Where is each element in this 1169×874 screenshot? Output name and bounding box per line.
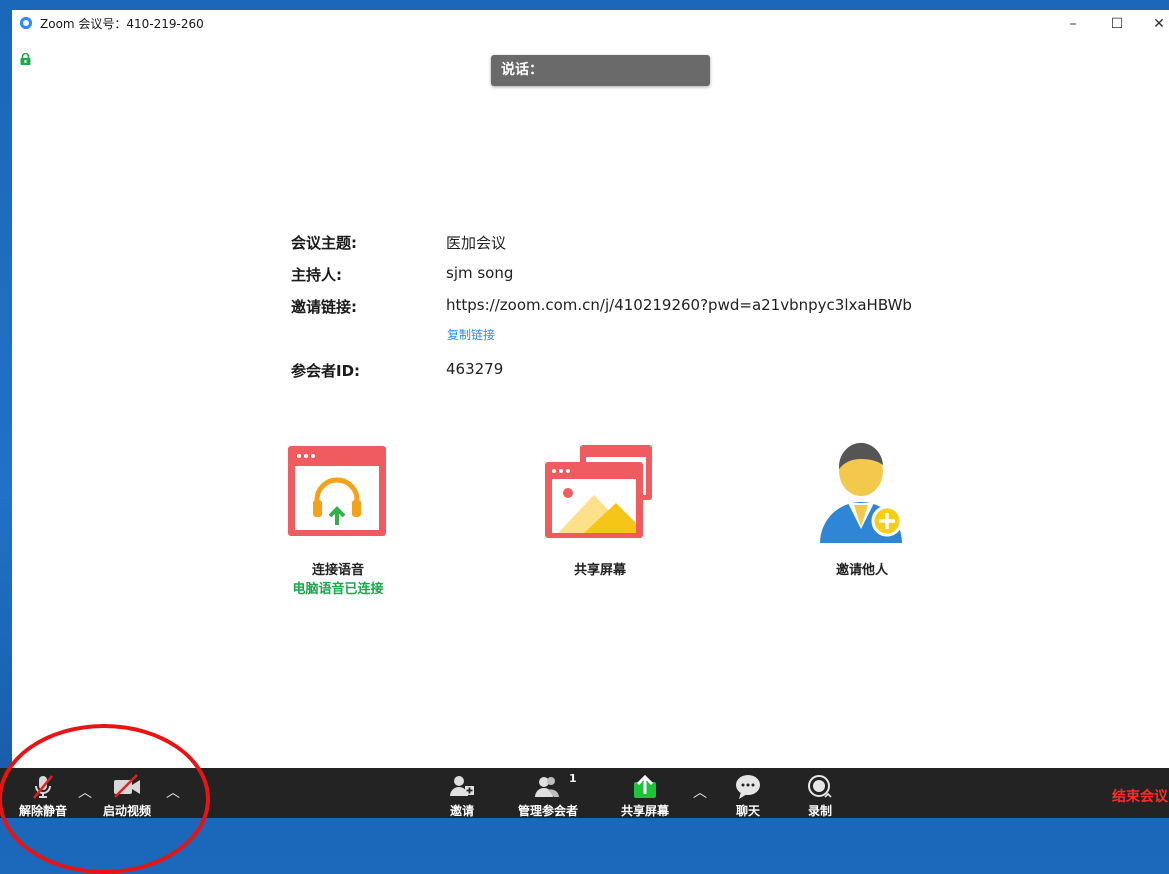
share-screen-toolbar-label: 共享屏幕 bbox=[620, 804, 669, 818]
invite-button[interactable]: 邀请 bbox=[430, 768, 494, 818]
share-up-icon bbox=[634, 774, 656, 798]
invite-link-label: 邀请链接: bbox=[291, 298, 357, 316]
participant-id-label: 参会者ID: bbox=[291, 362, 361, 380]
mic-muted-icon bbox=[33, 775, 53, 799]
record-button[interactable]: 录制 bbox=[790, 768, 850, 818]
host-value: sjm song bbox=[446, 264, 514, 282]
video-off-icon bbox=[114, 774, 140, 798]
manage-participants-label: 管理参会者 bbox=[517, 804, 578, 818]
minimize-button[interactable]: – bbox=[1053, 12, 1093, 36]
zoom-logo-icon bbox=[20, 17, 32, 29]
start-video-button[interactable]: 启动视频 bbox=[90, 768, 164, 818]
host-label: 主持人: bbox=[291, 266, 342, 284]
copy-link-button[interactable]: 复制链接 bbox=[447, 326, 495, 343]
share-options-caret[interactable]: ︿ bbox=[693, 782, 707, 802]
video-options-caret[interactable]: ︿ bbox=[166, 782, 180, 802]
record-icon bbox=[808, 775, 832, 798]
invite-user-icon[interactable] bbox=[816, 439, 906, 549]
speaking-indicator: 说话： bbox=[491, 55, 710, 86]
connect-audio-action[interactable]: 连接语音 电脑语音已连接 bbox=[282, 559, 394, 597]
chat-button[interactable]: 聊天 bbox=[718, 768, 778, 818]
lock-icon[interactable] bbox=[20, 53, 31, 65]
chat-icon bbox=[736, 775, 760, 799]
invite-link-value[interactable]: https://zoom.com.cn/j/410219260?pwd=a21v… bbox=[446, 296, 911, 314]
participants-icon bbox=[535, 777, 559, 797]
share-screen-action[interactable]: 共享屏幕 bbox=[550, 559, 650, 578]
invite-others-action[interactable]: 邀请他人 bbox=[812, 559, 912, 578]
share-screen-button[interactable]: 共享屏幕 bbox=[606, 768, 684, 818]
connect-audio-label: 连接语音 bbox=[311, 563, 364, 578]
share-screen-label: 共享屏幕 bbox=[573, 563, 626, 578]
record-label: 录制 bbox=[807, 804, 832, 818]
title-bar: Zoom 会议号：410-219-260 – ☐ ✕ bbox=[12, 10, 1169, 38]
manage-participants-button[interactable]: 1 管理参会者 bbox=[505, 768, 591, 818]
invite-icon bbox=[450, 776, 474, 796]
invite-others-label: 邀请他人 bbox=[835, 563, 888, 578]
close-button[interactable]: ✕ bbox=[1139, 12, 1169, 36]
invite-label: 邀请 bbox=[449, 804, 474, 818]
unmute-label: 解除静音 bbox=[18, 804, 67, 818]
meeting-toolbar: 解除静音 ︿ 启动视频 ︿ 邀请 1 管理参会者 共享屏幕 ︿ 聊天 录制 结束… bbox=[0, 768, 1169, 818]
window-title: Zoom 会议号：410-219-260 bbox=[40, 17, 204, 31]
chat-label: 聊天 bbox=[735, 804, 760, 818]
participant-count: 1 bbox=[569, 772, 577, 785]
maximize-button[interactable]: ☐ bbox=[1097, 12, 1137, 36]
audio-connected-status: 电脑语音已连接 bbox=[292, 582, 384, 597]
unmute-button[interactable]: 解除静音 bbox=[8, 768, 78, 818]
start-video-label: 启动视频 bbox=[102, 804, 151, 818]
zoom-window: Zoom 会议号：410-219-260 – ☐ ✕ 说话： 会议主题: 医加会… bbox=[12, 10, 1169, 818]
topic-value: 医加会议 bbox=[446, 234, 507, 252]
end-meeting-button[interactable]: 结束会议 bbox=[1112, 786, 1168, 806]
topic-label: 会议主题: bbox=[291, 234, 357, 252]
share-screen-icon[interactable] bbox=[544, 445, 656, 540]
participant-id-value: 463279 bbox=[446, 360, 504, 378]
headset-icon[interactable] bbox=[287, 445, 389, 540]
